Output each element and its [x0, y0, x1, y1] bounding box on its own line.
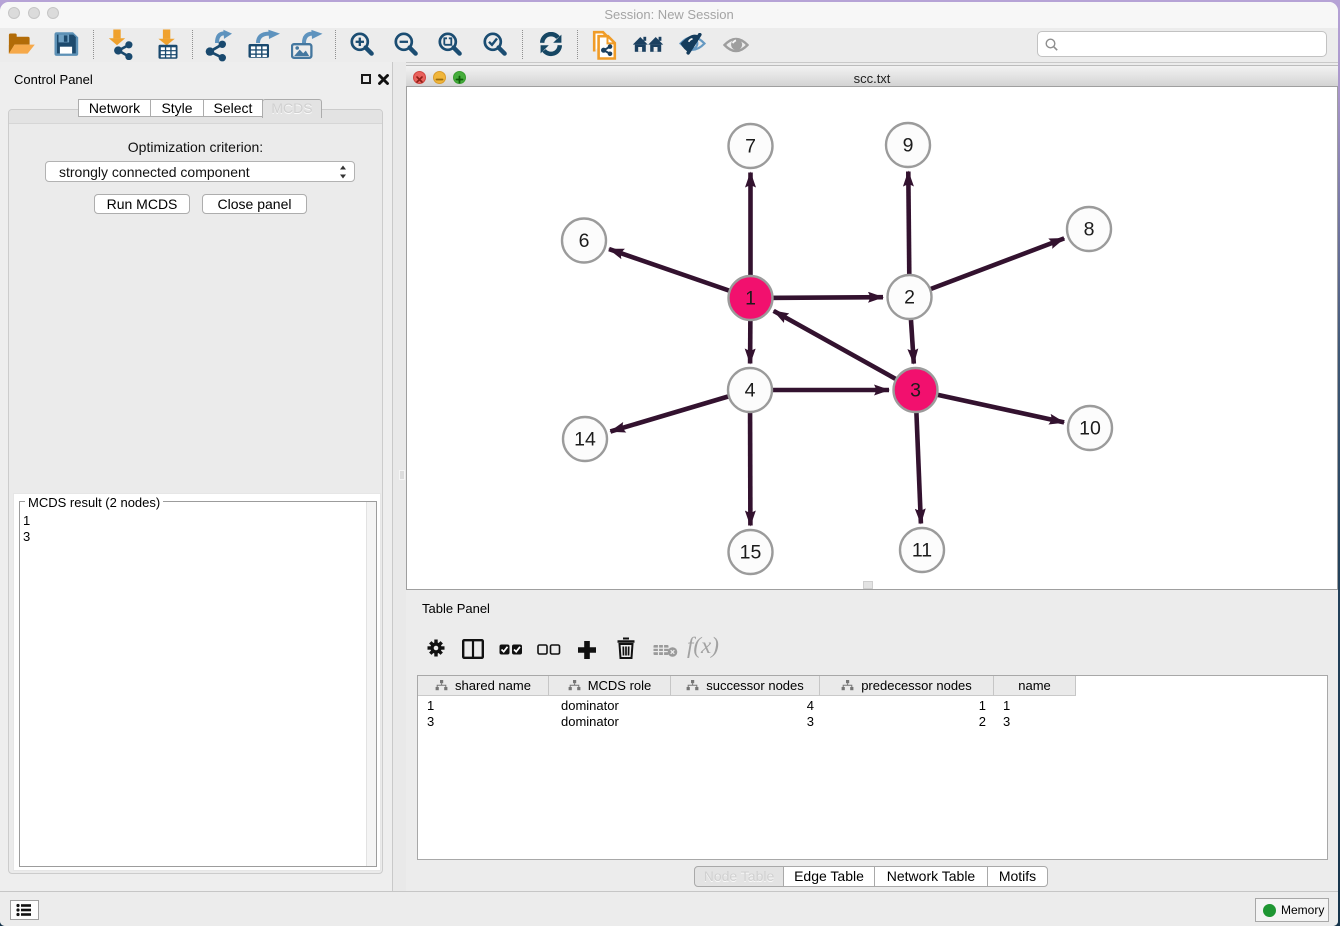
svg-text:15: 15 [740, 542, 762, 564]
svg-text:10: 10 [1079, 418, 1101, 440]
svg-text:4: 4 [745, 380, 756, 402]
svg-text:2: 2 [904, 287, 915, 309]
svg-text:1: 1 [745, 288, 756, 310]
svg-text:7: 7 [745, 136, 756, 158]
svg-text:9: 9 [903, 135, 914, 157]
svg-text:11: 11 [912, 540, 932, 562]
svg-text:8: 8 [1084, 219, 1095, 241]
svg-text:14: 14 [574, 429, 596, 451]
svg-text:6: 6 [579, 230, 590, 252]
svg-text:3: 3 [910, 380, 921, 402]
